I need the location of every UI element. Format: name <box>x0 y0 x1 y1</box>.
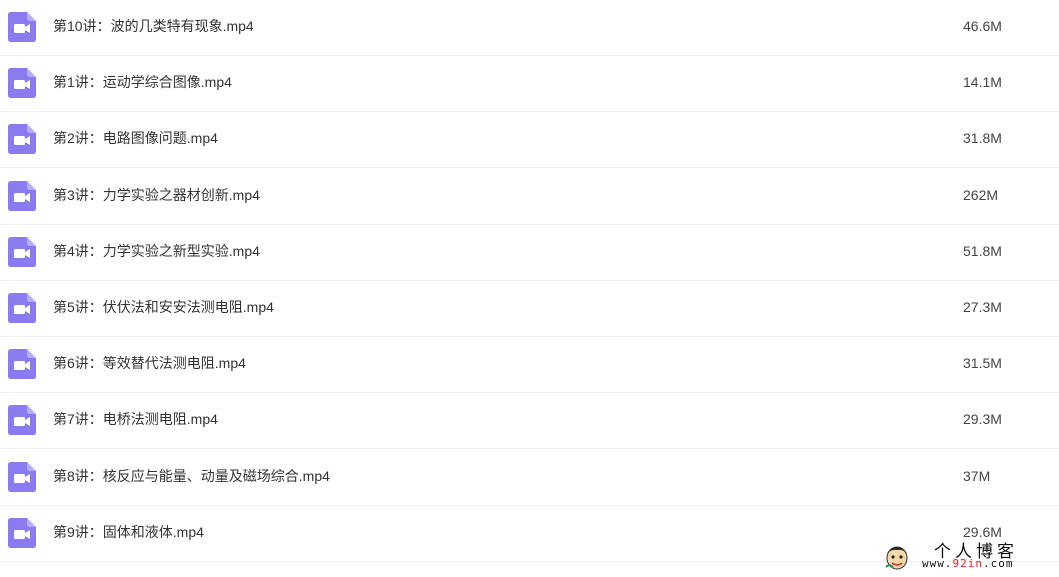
file-row[interactable]: 第8讲：核反应与能量、动量及磁场综合.mp4 37M <box>0 450 1059 506</box>
file-row[interactable]: 第1讲：运动学综合图像.mp4 14.1M <box>0 56 1059 113</box>
file-name[interactable]: 第5讲：伏伏法和安安法测电阻.mp4 <box>53 281 274 333</box>
file-row[interactable]: 第10讲：波的几类特有现象.mp4 46.6M <box>0 0 1059 56</box>
video-file-icon <box>8 293 36 323</box>
video-file-icon <box>8 349 36 380</box>
file-row[interactable]: 第6讲：等效替代法测电阻.mp4 31.5M <box>0 337 1059 394</box>
file-row[interactable]: 第4讲：力学实验之新型实验.mp4 51.8M <box>0 225 1059 281</box>
file-size: 46.6M <box>963 18 1002 34</box>
file-name[interactable]: 第1讲：运动学综合图像.mp4 <box>53 56 232 108</box>
file-row[interactable]: 第7讲：电桥法测电阻.mp4 29.3M <box>0 393 1059 450</box>
watermark-avatar-icon <box>884 541 910 571</box>
video-file-icon <box>8 461 36 492</box>
file-row[interactable]: 第2讲：电路图像问题.mp4 31.8M <box>0 112 1059 169</box>
file-name[interactable]: 第6讲：等效替代法测电阻.mp4 <box>53 337 246 389</box>
file-size: 14.1M <box>963 74 1002 91</box>
file-name[interactable]: 第9讲：固体和液体.mp4 <box>53 506 204 558</box>
file-size: 29.3M <box>963 411 1002 428</box>
file-name[interactable]: 第10讲：波的几类特有现象.mp4 <box>53 0 254 52</box>
file-name[interactable]: 第4讲：力学实验之新型实验.mp4 <box>53 225 260 277</box>
file-name[interactable]: 第7讲：电桥法测电阻.mp4 <box>53 393 218 445</box>
file-size: 37M <box>963 467 991 484</box>
file-row[interactable]: 第3讲：力学实验之器材创新.mp4 262M <box>0 169 1059 225</box>
file-name[interactable]: 第3讲：力学实验之器材创新.mp4 <box>53 169 260 221</box>
file-size: 31.8M <box>963 130 1002 147</box>
watermark-url-prefix: www. <box>922 557 953 570</box>
file-size: 51.8M <box>963 242 1002 259</box>
file-name[interactable]: 第8讲：核反应与能量、动量及磁场综合.mp4 <box>53 450 330 502</box>
file-size: 27.3M <box>963 299 1002 315</box>
file-size: 262M <box>963 186 999 203</box>
file-list: 第10讲：波的几类特有现象.mp4 46.6M 第1讲：运动学综合图像.mp4 14.… <box>0 0 1059 577</box>
watermark-url: www.92in.com <box>922 557 1014 570</box>
video-file-icon <box>8 517 36 548</box>
file-name[interactable]: 第2讲：电路图像问题.mp4 <box>53 112 218 164</box>
file-size: 31.5M <box>963 355 1002 372</box>
video-file-icon <box>8 236 36 267</box>
watermark: 个人博客 www.92in.com <box>884 537 1054 573</box>
file-row[interactable]: 第5讲：伏伏法和安安法测电阻.mp4 27.3M <box>0 281 1059 337</box>
video-file-icon <box>8 405 36 436</box>
video-file-icon <box>8 124 36 155</box>
video-file-icon <box>8 12 36 42</box>
video-file-icon <box>8 68 36 99</box>
watermark-url-suffix: .com <box>983 557 1014 570</box>
watermark-url-accent: 92in <box>952 557 983 570</box>
video-file-icon <box>8 180 36 211</box>
